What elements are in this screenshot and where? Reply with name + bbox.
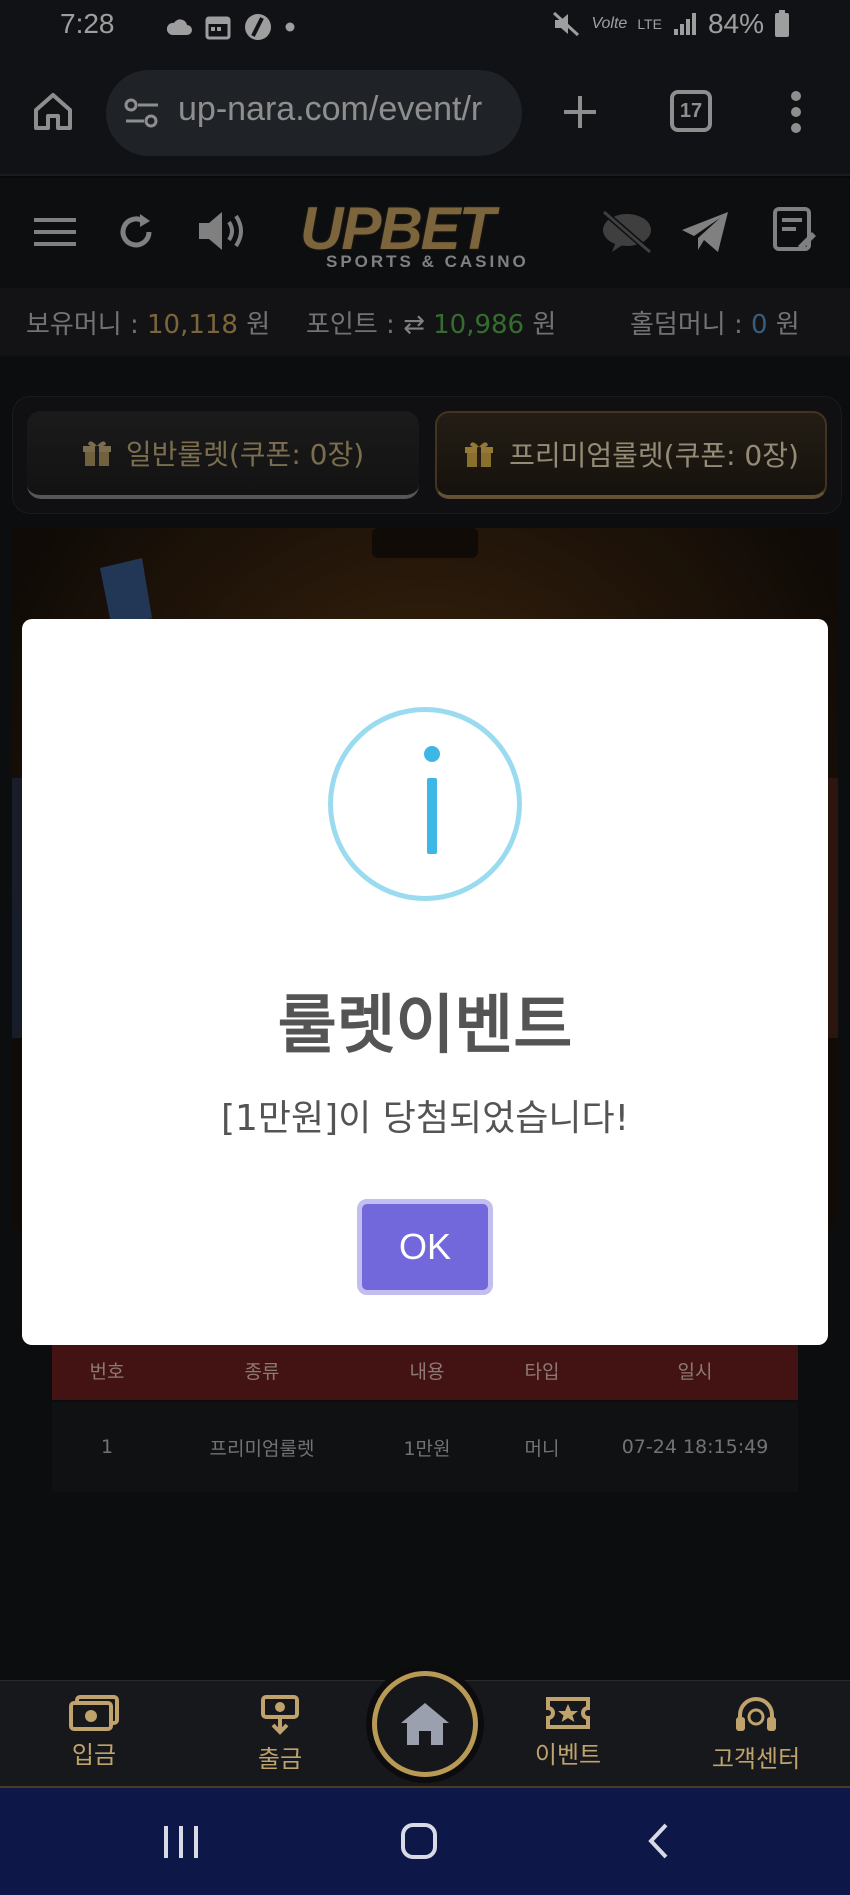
nav-deposit-label: 입금 <box>71 1741 117 1769</box>
cash-icon <box>69 1695 119 1731</box>
home-icon <box>401 1703 449 1745</box>
bottom-navigation: 입금 출금 이벤트 고객센터 <box>0 1671 850 1788</box>
info-icon <box>328 707 522 901</box>
nav-deposit[interactable]: 입금 <box>24 1695 164 1770</box>
nav-event-label: 이벤트 <box>534 1741 602 1769</box>
headset-icon <box>736 1697 776 1731</box>
home-nav-icon[interactable] <box>400 1822 438 1860</box>
android-navigation-bar <box>0 1788 850 1895</box>
info-icon-dot <box>424 746 440 762</box>
back-icon[interactable] <box>646 1822 670 1860</box>
nav-support-label: 고객센터 <box>711 1745 801 1773</box>
withdraw-icon <box>261 1695 299 1735</box>
dialog-message: [1만원]이 당첨되었습니다! <box>220 1098 630 1139</box>
nav-support[interactable]: 고객센터 <box>686 1695 826 1774</box>
nav-withdraw[interactable]: 출금 <box>210 1695 350 1774</box>
ok-button[interactable]: OK <box>357 1199 493 1295</box>
nav-withdraw-label: 출금 <box>257 1745 303 1773</box>
info-icon-bar <box>427 778 437 854</box>
nav-home-button[interactable] <box>372 1671 478 1777</box>
recent-apps-icon[interactable] <box>162 1824 200 1860</box>
dialog-title: 룰렛이벤트 <box>277 989 573 1063</box>
nav-event[interactable]: 이벤트 <box>498 1695 638 1770</box>
alert-dialog: 룰렛이벤트 [1만원]이 당첨되었습니다! OK <box>22 619 828 1345</box>
ticket-star-icon <box>546 1697 590 1729</box>
